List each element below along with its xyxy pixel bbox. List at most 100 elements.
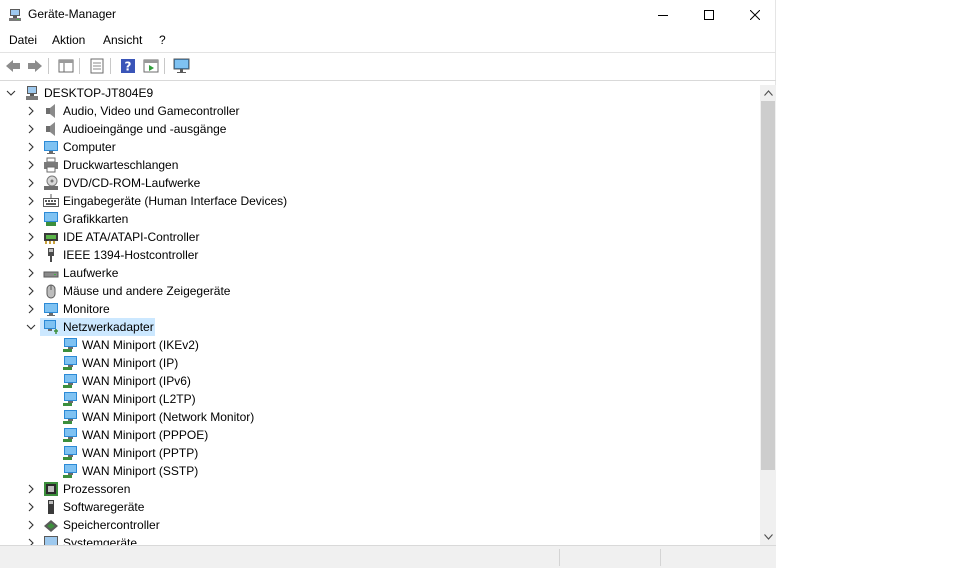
tree-device[interactable]: WAN Miniport (PPTP)	[0, 444, 760, 462]
tree-category[interactable]: IDE ATA/ATAPI-Controller	[0, 228, 760, 246]
tree-category[interactable]: DVD/CD-ROM-Laufwerke	[0, 174, 760, 192]
console-tree-button[interactable]	[56, 56, 75, 75]
tree-category[interactable]: Speichercontroller	[0, 516, 760, 534]
tree-category-label: Netzwerkadapter	[63, 320, 154, 334]
ide-controller-icon	[43, 229, 59, 245]
tree-category-label: Mäuse und andere Zeigegeräte	[63, 284, 231, 298]
help-icon: ?	[120, 58, 135, 73]
scroll-down-button[interactable]	[760, 529, 776, 545]
chevron-right-icon[interactable]	[26, 250, 36, 260]
speaker-icon	[43, 121, 59, 137]
close-button[interactable]	[732, 0, 778, 30]
tree-category[interactable]: Audio, Video und Gamecontroller	[0, 102, 760, 120]
scan-hardware-icon	[173, 58, 189, 73]
toolbar-divider	[164, 58, 165, 74]
tree-device[interactable]: WAN Miniport (Network Monitor)	[0, 408, 760, 426]
chevron-right-icon[interactable]	[26, 538, 36, 545]
tree-category[interactable]: Grafikkarten	[0, 210, 760, 228]
forward-icon	[27, 59, 42, 72]
help-button[interactable]: ?	[118, 56, 137, 75]
menu-ansicht[interactable]: Ansicht	[103, 33, 142, 47]
tree-device[interactable]: WAN Miniport (SSTP)	[0, 462, 760, 480]
chevron-right-icon[interactable]	[26, 196, 36, 206]
tree-category[interactable]: Audioeingänge und -ausgänge	[0, 120, 760, 138]
chevron-right-icon[interactable]	[26, 268, 36, 278]
scroll-up-button[interactable]	[760, 85, 776, 101]
tree-category-label: Monitore	[63, 302, 110, 316]
tree-device-label: WAN Miniport (SSTP)	[82, 464, 199, 478]
chevron-right-icon[interactable]	[26, 178, 36, 188]
tree-category[interactable]: Laufwerke	[0, 264, 760, 282]
chevron-down-icon[interactable]	[6, 88, 16, 98]
scroll-thumb[interactable]	[761, 101, 775, 470]
menu-help[interactable]: ?	[159, 33, 166, 47]
menu-aktion[interactable]: Aktion	[52, 33, 85, 47]
chevron-right-icon[interactable]	[26, 304, 36, 314]
chevron-right-icon[interactable]	[26, 106, 36, 116]
chevron-right-icon[interactable]	[26, 214, 36, 224]
tree-category[interactable]: Computer	[0, 138, 760, 156]
computer-icon	[43, 139, 59, 155]
tree-category-network-adapters[interactable]: Netzwerkadapter	[0, 318, 760, 336]
tree-category[interactable]: Mäuse und andere Zeigegeräte	[0, 282, 760, 300]
window-title: Geräte-Manager	[28, 7, 117, 21]
tree-device[interactable]: WAN Miniport (L2TP)	[0, 390, 760, 408]
run-icon	[143, 59, 158, 72]
tree-device-label: WAN Miniport (L2TP)	[82, 392, 196, 406]
tree-category[interactable]: IEEE 1394-Hostcontroller	[0, 246, 760, 264]
properties-icon	[90, 58, 103, 73]
chevron-right-icon[interactable]	[26, 124, 36, 134]
vertical-scrollbar[interactable]	[760, 85, 776, 545]
run-button[interactable]	[141, 56, 160, 75]
chevron-right-icon[interactable]	[26, 142, 36, 152]
show-hide-console-tree-icon	[58, 59, 73, 72]
minimize-button[interactable]	[640, 0, 686, 30]
tree-category-label: IDE ATA/ATAPI-Controller	[63, 230, 200, 244]
chevron-right-icon[interactable]	[26, 286, 36, 296]
tree-category-label: Grafikkarten	[63, 212, 129, 226]
scan-hardware-button[interactable]	[172, 56, 191, 75]
properties-button[interactable]	[87, 56, 106, 75]
tree-device[interactable]: WAN Miniport (PPPOE)	[0, 426, 760, 444]
network-adapter-icon	[62, 427, 78, 443]
dvd-drive-icon	[43, 175, 59, 191]
tree-category-label: Computer	[63, 140, 116, 154]
tree-device[interactable]: WAN Miniport (IP)	[0, 354, 760, 372]
tree-device-label: WAN Miniport (IP)	[82, 356, 179, 370]
forward-button[interactable]	[25, 56, 44, 75]
tree-device[interactable]: WAN Miniport (IKEv2)	[0, 336, 760, 354]
chevron-right-icon[interactable]	[26, 502, 36, 512]
back-button[interactable]	[3, 56, 22, 75]
tree-category[interactable]: Softwaregeräte	[0, 498, 760, 516]
tree-root[interactable]: DESKTOP-JT804E9	[0, 84, 760, 102]
maximize-button[interactable]	[686, 0, 732, 30]
chevron-right-icon[interactable]	[26, 520, 36, 530]
tree-category-label: Speichercontroller	[63, 518, 160, 532]
menu-datei[interactable]: Datei	[9, 33, 37, 47]
computer-root-icon	[24, 85, 40, 101]
tree-category[interactable]: Eingabegeräte (Human Interface Devices)	[0, 192, 760, 210]
tree-category[interactable]: Monitore	[0, 300, 760, 318]
chevron-right-icon[interactable]	[26, 232, 36, 242]
chevron-down-icon[interactable]	[26, 322, 36, 332]
printer-icon	[43, 157, 59, 173]
toolbar-divider	[48, 58, 49, 74]
chevron-right-icon[interactable]	[26, 160, 36, 170]
tree-category[interactable]: Systemgeräte	[0, 534, 760, 545]
tree-category-label: Audioeingänge und -ausgänge	[63, 122, 227, 136]
network-adapter-icon	[62, 445, 78, 461]
toolbar: ?	[0, 53, 776, 78]
tree-device[interactable]: WAN Miniport (IPv6)	[0, 372, 760, 390]
chevron-right-icon[interactable]	[26, 484, 36, 494]
tree-category[interactable]: Druckwarteschlangen	[0, 156, 760, 174]
tree-category-label: Eingabegeräte (Human Interface Devices)	[63, 194, 288, 208]
storage-controller-icon	[43, 517, 59, 533]
processor-icon	[43, 481, 59, 497]
system-device-icon	[43, 535, 59, 545]
chevron-down-icon	[763, 534, 773, 540]
tree-device-label: WAN Miniport (IKEv2)	[82, 338, 199, 352]
title-bar[interactable]: Geräte-Manager	[0, 0, 776, 30]
tree-category[interactable]: Prozessoren	[0, 480, 760, 498]
monitor-icon	[43, 301, 59, 317]
tree-category-label: Prozessoren	[63, 482, 131, 496]
